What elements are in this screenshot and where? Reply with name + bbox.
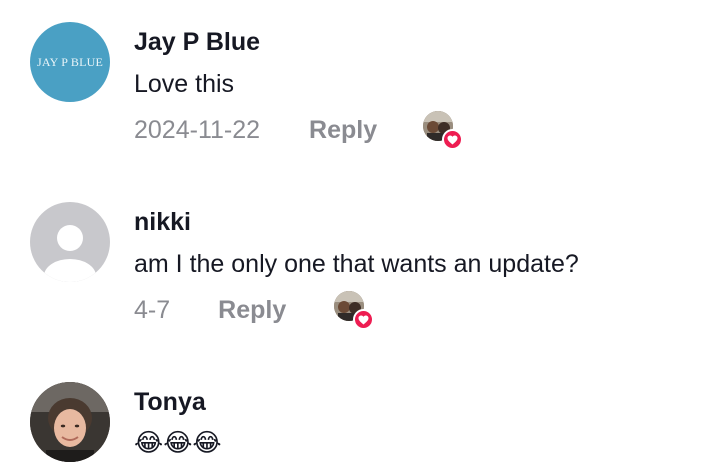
comment-date: 4-7 bbox=[134, 295, 171, 324]
comment-item: Tonya 😂😂😂 bbox=[0, 360, 728, 472]
comment-date: 2024-11-22 bbox=[134, 115, 261, 144]
comment-text: am I the only one that wants an update? bbox=[134, 250, 579, 278]
liked-by-creator-badge[interactable] bbox=[334, 291, 375, 330]
comment-meta: 4-7 Reply bbox=[134, 291, 375, 330]
comment-item: JAY P BLUE Jay P Blue Love this 2024-11-… bbox=[0, 0, 728, 180]
reply-button[interactable]: Reply bbox=[218, 296, 286, 325]
comment-username[interactable]: Jay P Blue bbox=[134, 28, 260, 57]
liked-by-creator-badge[interactable] bbox=[423, 111, 464, 150]
reply-button[interactable]: Reply bbox=[309, 116, 377, 145]
user-photo bbox=[30, 382, 110, 462]
comment-username[interactable]: nikki bbox=[134, 208, 191, 237]
avatar[interactable]: JAY P BLUE bbox=[30, 22, 110, 102]
default-profile-icon bbox=[44, 225, 96, 282]
comment-text: Love this bbox=[134, 70, 235, 98]
heart-icon bbox=[353, 309, 375, 330]
comment-text: 😂😂😂 bbox=[134, 429, 222, 457]
avatar[interactable] bbox=[30, 382, 110, 462]
avatar[interactable] bbox=[30, 202, 110, 282]
comment-meta: 2024-11-22 Reply bbox=[134, 111, 464, 150]
avatar-logo-text: JAY P BLUE bbox=[36, 54, 103, 69]
comment-item: nikki am I the only one that wants an up… bbox=[0, 180, 728, 360]
heart-icon bbox=[442, 129, 464, 150]
comment-username[interactable]: Tonya bbox=[134, 388, 206, 417]
